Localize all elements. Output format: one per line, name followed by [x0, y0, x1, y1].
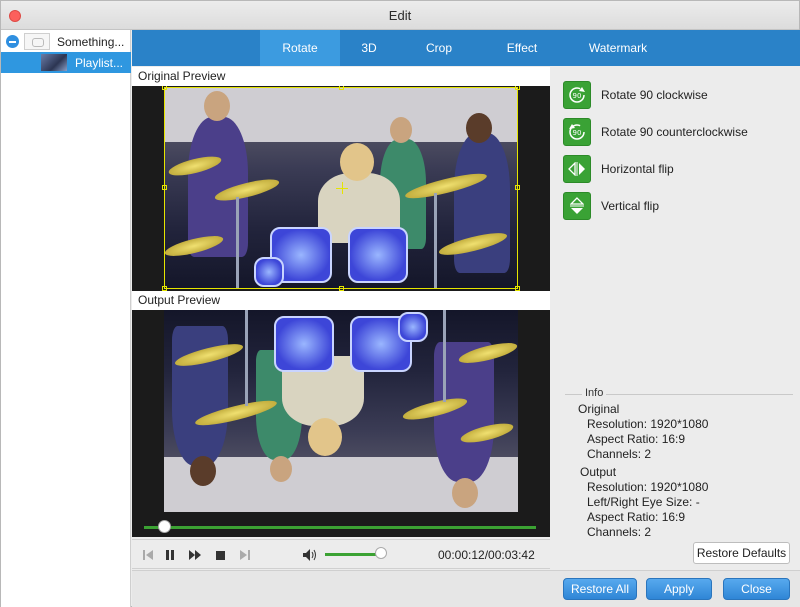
- volume-icon[interactable]: [302, 547, 318, 563]
- output-aspect-ratio: Aspect Ratio: 16:9: [587, 510, 686, 524]
- drum: [254, 257, 284, 287]
- rotate-options-panel: 90 Rotate 90 clockwise 90 Rotate 90 coun…: [550, 66, 800, 570]
- tree-item-playlist[interactable]: Playlist...: [1, 52, 131, 73]
- video-scene: [164, 87, 518, 289]
- person-head: [466, 113, 492, 143]
- thumbnail-placeholder-icon: [24, 33, 50, 50]
- original-preview: [132, 86, 550, 291]
- progress-track[interactable]: [144, 526, 536, 529]
- action-label: Rotate 90 counterclockwise: [601, 125, 748, 139]
- tree-item-label: Something...: [57, 35, 125, 49]
- window-title: Edit: [388, 8, 412, 23]
- output-eye-size: Left/Right Eye Size: -: [587, 495, 700, 509]
- original-aspect-ratio: Aspect Ratio: 16:9: [587, 432, 686, 446]
- output-channels: Channels: 2: [587, 525, 652, 539]
- progress-scrubber[interactable]: [157, 520, 171, 533]
- rotate-counterclockwise-button[interactable]: 90 Rotate 90 counterclockwise: [563, 118, 748, 146]
- tab-rotate[interactable]: Rotate: [260, 30, 340, 66]
- drum: [398, 312, 428, 342]
- file-list-sidebar: Something... Playlist...: [1, 30, 131, 607]
- output-preview: [132, 310, 550, 517]
- person-head: [390, 117, 412, 143]
- original-channels: Channels: 2: [587, 447, 652, 461]
- info-legend: Info: [582, 387, 607, 399]
- output-resolution: Resolution: 1920*1080: [587, 480, 709, 494]
- person-head: [452, 478, 478, 508]
- original-heading: Original: [578, 402, 620, 416]
- svg-text:90: 90: [573, 92, 582, 100]
- edit-tab-bar: Rotate 3D Crop Effect Watermark: [132, 30, 800, 66]
- original-video-frame: [164, 87, 518, 289]
- output-preview-label: Output Preview: [132, 291, 550, 310]
- dialog-footer: Restore All Apply Close: [132, 570, 800, 607]
- action-label: Horizontal flip: [601, 162, 674, 176]
- svg-text:90: 90: [573, 129, 582, 137]
- output-video-frame: [164, 310, 518, 512]
- fast-forward-icon[interactable]: [187, 547, 203, 563]
- cymbal-stand: [245, 310, 248, 406]
- timecode: 00:00:12/00:03:42: [438, 548, 535, 562]
- horizontal-flip-button[interactable]: Horizontal flip: [563, 155, 674, 183]
- output-heading: Output: [580, 465, 617, 479]
- action-label: Vertical flip: [601, 199, 660, 213]
- cymbal-stand: [236, 197, 239, 289]
- person-head: [190, 456, 216, 486]
- title-bar: Edit: [1, 1, 799, 30]
- rotate-cw-icon: 90: [563, 81, 591, 109]
- person-head: [270, 456, 292, 482]
- timeline: [132, 517, 550, 537]
- close-button[interactable]: Close: [723, 578, 790, 600]
- tree-item-project[interactable]: Something...: [1, 31, 131, 52]
- horizontal-flip-icon: [563, 155, 591, 183]
- edit-window: Edit Something... Playlist... Rotate 3D …: [0, 0, 800, 607]
- video-scene-flipped: [164, 310, 518, 512]
- vertical-flip-icon: [563, 192, 591, 220]
- player-controls: 00:00:12/00:03:42: [132, 539, 550, 569]
- vertical-flip-button[interactable]: Vertical flip: [563, 192, 659, 220]
- tab-3d[interactable]: 3D: [340, 30, 398, 66]
- previous-icon[interactable]: [140, 547, 156, 563]
- volume-slider-knob[interactable]: [374, 547, 387, 559]
- volume-slider-track[interactable]: [325, 553, 381, 556]
- pause-icon[interactable]: [162, 547, 178, 563]
- rotate-clockwise-button[interactable]: 90 Rotate 90 clockwise: [563, 81, 708, 109]
- stop-icon[interactable]: [212, 547, 228, 563]
- original-resolution: Resolution: 1920*1080: [587, 417, 709, 431]
- tab-watermark[interactable]: Watermark: [564, 30, 672, 66]
- tree-item-label: Playlist...: [75, 56, 124, 70]
- cymbal-stand: [434, 193, 437, 289]
- next-icon[interactable]: [237, 547, 253, 563]
- drum: [274, 316, 334, 372]
- tab-effect[interactable]: Effect: [480, 30, 564, 66]
- restore-all-button[interactable]: Restore All: [563, 578, 637, 600]
- info-group: Info Original Resolution: 1920*1080 Aspe…: [565, 387, 793, 540]
- apply-button[interactable]: Apply: [646, 578, 712, 600]
- tab-crop[interactable]: Crop: [398, 30, 480, 66]
- drummer-head: [340, 143, 374, 181]
- cymbal-stand: [443, 310, 446, 402]
- person-head: [204, 91, 230, 121]
- drum: [348, 227, 408, 283]
- drummer-head: [308, 418, 342, 456]
- original-preview-label: Original Preview: [132, 67, 550, 86]
- rotate-ccw-icon: 90: [563, 118, 591, 146]
- collapse-icon[interactable]: [6, 35, 19, 48]
- video-thumbnail: [41, 54, 67, 71]
- action-label: Rotate 90 clockwise: [601, 88, 708, 102]
- restore-defaults-button[interactable]: Restore Defaults: [693, 542, 790, 564]
